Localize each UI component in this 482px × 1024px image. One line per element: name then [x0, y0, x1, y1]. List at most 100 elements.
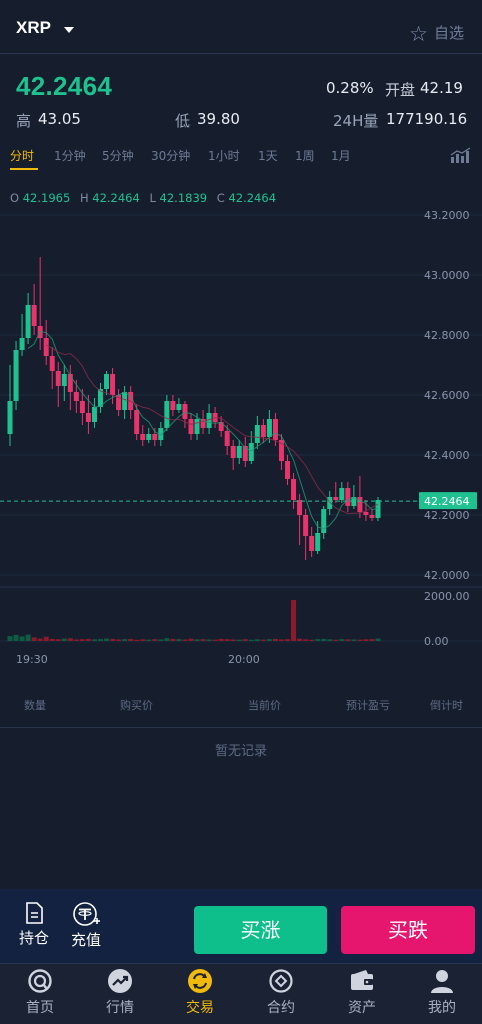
col-current-price: 当前价 — [248, 699, 281, 712]
candle-body — [321, 509, 327, 533]
open-value: 42.19 — [420, 79, 463, 97]
candle-body — [291, 479, 297, 500]
candle-body — [55, 371, 61, 386]
contract-icon — [269, 969, 293, 993]
candle-body — [122, 392, 128, 410]
candle-body — [19, 338, 25, 350]
candle-body — [285, 461, 291, 479]
tab-assets[interactable]: 资产 — [330, 968, 394, 1017]
ohlc-o-label: O — [10, 191, 20, 205]
x-tick-label: 20:00 — [228, 653, 260, 666]
ohlc-low: 42.1839 — [159, 191, 208, 205]
volume-bar — [79, 639, 85, 641]
tab-home[interactable]: 首页 — [8, 968, 72, 1017]
candle-body — [339, 488, 345, 500]
market-icon — [108, 969, 132, 993]
interval-tab[interactable]: 1月 — [331, 147, 351, 164]
positions-label: 持仓 — [18, 929, 49, 947]
tab-market[interactable]: 行情 — [88, 968, 152, 1017]
candle-body — [182, 404, 188, 419]
interval-tab[interactable]: 分时 — [10, 147, 34, 164]
volume-bar — [37, 638, 43, 641]
col-buy-price: 购买价 — [120, 699, 153, 712]
candle-body — [104, 374, 110, 389]
ohlc-readout: O 42.1965 H 42.2464 L 42.1839 C 42.2464 — [10, 191, 282, 205]
interval-tab[interactable]: 5分钟 — [102, 147, 134, 164]
tether-deposit-icon — [73, 902, 100, 926]
tab-trade[interactable]: 交易 — [168, 968, 232, 1017]
tab-home-label: 首页 — [26, 1000, 54, 1016]
candle-body — [85, 413, 91, 422]
volume-bar — [73, 639, 79, 641]
candle-body — [188, 419, 194, 434]
buy-up-button[interactable]: 买涨 — [194, 906, 327, 954]
candle-body — [134, 410, 140, 434]
volume-tick-label: 2000.00 — [424, 590, 470, 603]
y-tick-label: 42.0000 — [424, 569, 470, 582]
candle-body — [236, 446, 242, 458]
price-chart[interactable]: 43.2000 43.0000 42.8000 42.6000 42.4000 42.20… — [0, 205, 482, 675]
volume-bar — [13, 634, 19, 641]
volume-bar — [327, 639, 333, 641]
volume-bar — [85, 638, 91, 641]
caret-down-icon[interactable] — [64, 27, 74, 33]
ohlc-h-label: H — [79, 191, 89, 205]
deposit-button[interactable]: 充值 — [66, 901, 106, 950]
interval-tab[interactable]: 1周 — [295, 147, 315, 164]
candle-body — [309, 536, 315, 551]
deposit-label: 充值 — [70, 931, 101, 949]
ohlc-close: 42.2464 — [228, 191, 277, 205]
interval-tab[interactable]: 1小时 — [208, 147, 240, 164]
interval-tab[interactable]: 30分钟 — [151, 147, 190, 164]
candle-body — [254, 425, 260, 443]
low-label: 低 — [175, 112, 191, 130]
volume-value: 177190.16 — [386, 110, 468, 128]
col-countdown: 倒计时 — [430, 699, 463, 712]
tab-profile[interactable]: 我的 — [410, 968, 474, 1017]
current-price-label: 42.2464 — [424, 495, 470, 508]
candle-body — [110, 374, 116, 395]
candle-body — [218, 422, 224, 431]
volume-bar — [363, 639, 369, 641]
candle-body — [140, 434, 146, 440]
interval-tab[interactable]: 1分钟 — [54, 147, 86, 164]
interval-tab[interactable]: 1天 — [258, 147, 278, 164]
wallet-icon — [351, 970, 373, 990]
candle-body — [79, 401, 85, 413]
candle-body — [345, 488, 351, 506]
volume-bar — [176, 639, 182, 641]
volume-bar — [369, 639, 375, 641]
volume-bar — [351, 639, 357, 641]
buy-down-button[interactable]: 买跌 — [341, 906, 475, 954]
col-pnl: 预计盈亏 — [346, 699, 390, 712]
volume-bar — [375, 638, 381, 641]
volume-bar — [297, 638, 303, 641]
volume-bar — [315, 639, 321, 641]
volume-bar — [321, 638, 327, 641]
star-icon: ☆ — [409, 22, 428, 46]
trade-icon — [188, 969, 212, 993]
volume-bar — [152, 639, 158, 641]
candle-body — [170, 401, 176, 410]
y-tick-label: 42.6000 — [424, 389, 470, 402]
document-icon — [26, 902, 43, 924]
volume-bar — [309, 639, 315, 641]
volume-label: 24H量 — [333, 112, 379, 130]
positions-button[interactable]: 持仓 — [14, 901, 54, 948]
tab-contract[interactable]: 合约 — [249, 968, 313, 1017]
volume-bar — [206, 639, 212, 641]
volume-bar — [357, 639, 363, 641]
favorite-button[interactable]: ☆ 自选 — [409, 19, 464, 46]
volume-bar — [164, 638, 170, 641]
candle-body — [146, 434, 152, 440]
bottom-tab-bar: 首页 行情 交易 合约 资产 我的 — [0, 963, 482, 1024]
y-tick-label: 42.8000 — [424, 329, 470, 342]
pair-selector[interactable]: XRP — [16, 18, 51, 38]
candle-body — [266, 419, 272, 437]
volume-tick-label: 0.00 — [424, 635, 449, 648]
candle-body — [303, 515, 309, 536]
candle-body — [272, 419, 278, 440]
y-tick-label: 42.2000 — [424, 509, 470, 522]
volume-bar — [188, 638, 194, 641]
indicator-settings-icon[interactable] — [450, 147, 472, 167]
